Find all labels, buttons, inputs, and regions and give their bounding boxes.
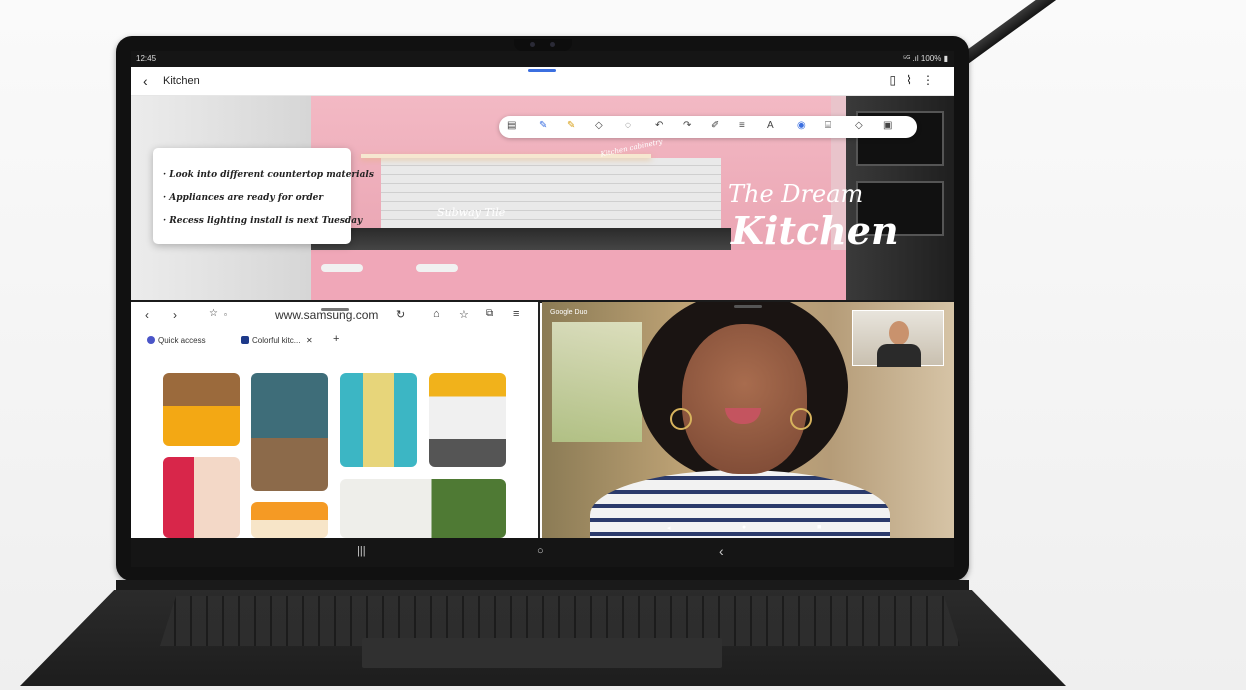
note-title: Kitchen xyxy=(163,75,200,87)
more-icon[interactable]: ⋮ xyxy=(922,73,944,87)
pen-toolbar: ▤ ✎ ✎ ◇ ◌ ↶ ↷ ✐ ≡ A ◉ ⌸ ◇ ▣ xyxy=(499,116,917,138)
site-icon xyxy=(241,336,249,344)
thumbnail-kitchen-white-yellow[interactable] xyxy=(429,373,506,467)
memo-card[interactable]: · Look into different countertop materia… xyxy=(153,148,374,244)
window-handle[interactable] xyxy=(528,69,556,72)
status-bar: 12:45 ⁵ᴳ .ıl 100% ▮ xyxy=(131,51,954,67)
window-handle[interactable] xyxy=(734,305,762,308)
reload-icon[interactable]: ↻ xyxy=(396,308,405,321)
status-time: 12:45 xyxy=(136,54,157,63)
extract-icon[interactable]: ▣ xyxy=(883,120,892,131)
recents-icon[interactable]: ||| xyxy=(357,545,366,557)
bookmarks-icon[interactable]: ☆ xyxy=(459,308,469,321)
handwritten-note-subway: Subway Tile xyxy=(437,206,506,219)
close-tab-icon[interactable]: ✕ xyxy=(306,336,313,345)
redo-icon[interactable]: ↷ xyxy=(683,120,691,131)
kitchen-counter xyxy=(311,228,731,250)
text-icon[interactable]: ▤ xyxy=(507,120,516,131)
kitchen-subway-tile xyxy=(381,158,721,228)
back-icon[interactable]: ‹ xyxy=(145,308,149,322)
front-camera xyxy=(514,39,572,51)
forward-icon[interactable]: › xyxy=(173,308,177,322)
thumbnail-kitchen-orange[interactable] xyxy=(163,373,240,446)
align-icon[interactable]: ≡ xyxy=(739,120,745,131)
self-body xyxy=(877,344,921,367)
self-view-pip[interactable] xyxy=(852,310,944,367)
caller-face xyxy=(682,324,807,474)
status-indicators: ⁵ᴳ .ıl 100% ▮ xyxy=(902,54,948,63)
eraser-icon[interactable]: ◇ xyxy=(595,120,603,131)
new-tab-icon[interactable]: + xyxy=(333,333,339,345)
lasso-icon[interactable]: ◌ xyxy=(625,120,631,131)
earring xyxy=(790,408,812,430)
book-icon[interactable]: ▯ xyxy=(890,73,907,87)
kitchen-photo: · Look into different countertop materia… xyxy=(131,96,954,301)
handwritten-title-line1: The Dream xyxy=(728,180,864,208)
tab-label: Quick access xyxy=(158,336,206,345)
memo-line: · Recess lighting install is next Tuesda… xyxy=(163,216,363,226)
system-nav-bar: ||| ○ ‹ xyxy=(131,538,954,567)
thumbnail-kitchen-blue-yellow[interactable] xyxy=(340,373,417,467)
product-scene: 12:45 ⁵ᴳ .ıl 100% ▮ ‹ Kitchen ▯⌇⋮ · Look… xyxy=(0,0,1246,690)
color-icon[interactable]: ◉ xyxy=(797,120,806,131)
browser-tabs: Quick access Colorful kitc... ✕ + xyxy=(131,332,540,354)
back-icon[interactable]: ‹ xyxy=(143,73,148,89)
tab-quick-access[interactable]: Quick access xyxy=(147,336,206,345)
notes-header: ‹ Kitchen ▯⌇⋮ xyxy=(131,67,954,96)
home-icon[interactable]: ○ xyxy=(537,545,544,557)
text-format-icon[interactable]: A xyxy=(767,120,774,131)
thumbnail-kitchen-teal-dining[interactable] xyxy=(251,373,328,491)
browser-toolbar: ‹ › ☆ ▫ www.samsung.com ↻ ⌂ ☆ ⧉ ≡ xyxy=(131,302,540,328)
highlighter-icon[interactable]: ✎ xyxy=(567,120,575,131)
memo-line: · Appliances are ready for order xyxy=(163,193,324,203)
quick-access-icon xyxy=(147,336,155,344)
earring xyxy=(670,408,692,430)
tablet-screen: 12:45 ⁵ᴳ .ıl 100% ▮ ‹ Kitchen ▯⌇⋮ · Look… xyxy=(131,51,954,567)
browser-window: ‹ › ☆ ▫ www.samsung.com ↻ ⌂ ☆ ⧉ ≡ Quick … xyxy=(131,302,540,538)
home-icon[interactable]: ● xyxy=(742,524,746,531)
memo-line: · Look into different countertop materia… xyxy=(163,170,374,180)
touchpad xyxy=(362,638,722,668)
tabs-icon[interactable]: ⧉ xyxy=(486,308,493,319)
convert-icon[interactable]: ⌸ xyxy=(825,120,831,131)
tab-colorful-kitchen[interactable]: Colorful kitc... xyxy=(241,336,300,345)
undo-icon[interactable]: ↶ xyxy=(655,120,663,131)
stool xyxy=(416,264,458,272)
pen-settings-icon[interactable]: ✐ xyxy=(711,120,719,131)
thumbnail-kitchen-orange-small[interactable] xyxy=(251,502,328,538)
lock-icon: ▫ xyxy=(224,310,227,319)
notes-toolbar-icons: ▯⌇⋮ xyxy=(890,73,944,87)
self-head xyxy=(889,321,909,345)
thumbnail-kitchen-red[interactable] xyxy=(163,457,240,538)
back-icon[interactable]: ‹ xyxy=(719,543,724,559)
stool xyxy=(321,264,363,272)
pen-icon[interactable]: ✎ xyxy=(539,120,547,131)
video-nav-controls: ◂ ● ■ xyxy=(622,524,882,534)
background-window xyxy=(552,322,642,442)
thumbnail-kitchen-green[interactable] xyxy=(340,479,506,538)
recents-icon[interactable]: ■ xyxy=(817,524,821,531)
tab-label: Colorful kitc... xyxy=(252,336,301,345)
video-call-window: Google Duo ◂ ● ■ xyxy=(542,302,954,538)
menu-icon[interactable]: ≡ xyxy=(513,308,519,320)
back-icon[interactable]: ◂ xyxy=(667,524,671,532)
bookmark-icon[interactable]: ☆ xyxy=(209,308,218,319)
attach-icon[interactable]: ⌇ xyxy=(906,73,922,87)
shape-icon[interactable]: ◇ xyxy=(855,120,863,131)
url-bar[interactable]: www.samsung.com xyxy=(275,308,378,322)
handwritten-title-line2: Kitchen xyxy=(731,208,899,253)
home-icon[interactable]: ⌂ xyxy=(433,308,440,320)
kitchen-cabinets xyxy=(311,250,851,301)
app-label: Google Duo xyxy=(550,309,588,316)
